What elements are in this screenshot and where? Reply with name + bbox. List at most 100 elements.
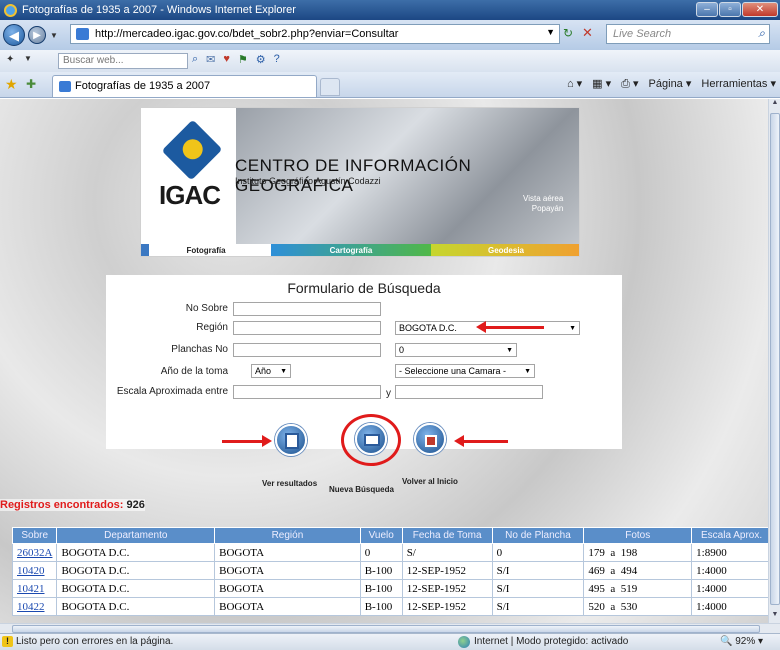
scroll-up-icon[interactable]: ▲ — [770, 99, 780, 111]
volver-inicio-button[interactable] — [414, 423, 446, 455]
chevron-down-icon: ▼ — [280, 368, 287, 375]
volver-inicio-label[interactable]: Volver al Inicio — [402, 477, 458, 486]
red-arrow-region — [476, 321, 544, 333]
address-dropdown-icon[interactable]: ▼ — [546, 27, 555, 37]
planchas-input[interactable] — [233, 343, 381, 357]
cell-plancha: 0 — [491, 543, 585, 562]
col-escala[interactable]: Escala Aprox. — [691, 527, 768, 544]
book-icon — [364, 434, 380, 446]
fotos-sep: a — [610, 546, 616, 559]
igac-banner: IGAC CENTRO DE INFORMACIÓN GEOGRÁFICA In… — [140, 107, 580, 257]
nueva-busqueda-label[interactable]: Nueva Búsqueda — [329, 485, 394, 494]
cell-departamento: BOGOTA D.C. — [56, 561, 216, 580]
toolbar-search-input[interactable]: Buscar web... — [58, 53, 188, 69]
fotos-to: 198 — [620, 546, 638, 559]
hscroll-thumb[interactable] — [12, 625, 760, 633]
cell-departamento: BOGOTA D.C. — [56, 543, 216, 562]
window-title: Fotografías de 1935 a 2007 - Windows Int… — [22, 4, 296, 16]
zoom-level[interactable]: 🔍 92% ▾ — [720, 636, 763, 647]
mail-icon[interactable]: ✉ — [206, 53, 215, 66]
sobre-link[interactable]: 10421 — [17, 583, 45, 595]
help-icon[interactable]: ? — [274, 53, 280, 66]
minimize-button[interactable]: – — [696, 2, 718, 17]
refresh-icon[interactable]: ↻ — [563, 26, 573, 40]
label-anio: Año de la toma — [160, 366, 228, 377]
col-fecha[interactable]: Fecha de Toma — [401, 527, 493, 544]
vertical-scrollbar[interactable]: ▲ ▼ — [768, 99, 780, 623]
toolbar-dropdown-icon[interactable]: ▼ — [24, 54, 32, 63]
planchas-select[interactable]: 0 ▼ — [395, 343, 517, 357]
print-icon[interactable]: ⎙ ▾ — [621, 77, 638, 91]
fotos-sep: a — [610, 600, 616, 613]
command-bar: ⌂ ▾ ▦ ▾ ⎙ ▾ Página ▾ Herramientas ▾ — [567, 77, 776, 91]
ver-resultados-label[interactable]: Ver resultados — [262, 479, 317, 488]
tools-menu[interactable]: Herramientas ▾ — [701, 77, 776, 91]
search-icon[interactable]: ⌕ — [758, 26, 765, 41]
photo-caption-2: Popayán — [531, 204, 564, 213]
nav-fotografia[interactable]: Fotografía — [141, 244, 271, 256]
gear-icon[interactable]: ⚙ — [256, 53, 266, 66]
cell-plancha: S/I — [491, 561, 585, 580]
results-number: 926 — [126, 499, 145, 511]
window-titlebar: Fotografías de 1935 a 2007 - Windows Int… — [0, 0, 780, 20]
col-region[interactable]: Región — [214, 527, 361, 544]
region-input[interactable] — [233, 321, 381, 335]
heart-icon[interactable]: ♥ — [223, 53, 230, 66]
col-fotos[interactable]: Fotos — [583, 527, 693, 544]
home-icon[interactable]: ⌂ ▾ — [567, 77, 582, 91]
forward-icon[interactable]: ▶ — [28, 26, 46, 44]
sobre-link[interactable]: 10422 — [17, 601, 45, 613]
col-sobre[interactable]: Sobre — [11, 527, 58, 544]
fotos-from: 520 — [588, 600, 605, 613]
tab-label: Fotografías de 1935 a 2007 — [75, 80, 211, 92]
nav-geodesia[interactable]: Geodesia — [431, 244, 579, 256]
new-tab-button[interactable] — [320, 78, 340, 96]
sobre-link[interactable]: 10420 — [17, 565, 45, 577]
label-escala: Escala Aproximada entre — [116, 386, 228, 397]
scroll-down-icon[interactable]: ▼ — [770, 611, 780, 623]
maximize-button[interactable]: ▫ — [719, 2, 741, 17]
fotos-from: 469 — [588, 564, 605, 577]
favorites-star-icon[interactable]: ★ — [5, 76, 18, 93]
chevron-down-icon: ▼ — [506, 347, 513, 354]
search-icon[interactable]: ⌕ — [192, 53, 198, 66]
page-content: IGAC CENTRO DE INFORMACIÓN GEOGRÁFICA In… — [0, 99, 768, 623]
history-dropdown-icon[interactable]: ▼ — [50, 31, 58, 40]
tab-active[interactable]: Fotografías de 1935 a 2007 — [52, 75, 317, 97]
camara-select[interactable]: - Seleccione una Camara - ▼ — [395, 364, 535, 378]
cell-fecha: 12-SEP-1952 — [401, 579, 493, 598]
cell-region: BOGOTA — [214, 543, 361, 562]
cell-plancha: S/I — [491, 579, 585, 598]
cell-escala: 1:8900 — [691, 543, 768, 562]
col-vuelo[interactable]: Vuelo — [359, 527, 403, 544]
sobre-input[interactable] — [233, 302, 381, 316]
anio-select[interactable]: Año ▼ — [251, 364, 291, 378]
close-button[interactable]: ✕ — [742, 2, 778, 17]
col-departamento[interactable]: Departamento — [56, 527, 216, 544]
add-favorites-icon[interactable]: ✚ — [26, 77, 36, 91]
flag-icon[interactable]: ⚑ — [238, 53, 248, 66]
back-icon[interactable]: ◀ — [3, 24, 25, 46]
fotos-from: 495 — [588, 582, 605, 595]
scroll-thumb[interactable] — [770, 113, 780, 605]
zoom-value: 92% — [735, 636, 756, 647]
cell-fotos: 520 a 530 — [583, 597, 693, 616]
ver-resultados-button[interactable] — [275, 424, 307, 456]
sobre-link[interactable]: 26032A — [17, 547, 52, 559]
window-controls: – ▫ ✕ — [696, 2, 778, 17]
security-zone[interactable]: Internet | Modo protegido: activado — [458, 636, 628, 648]
col-plancha[interactable]: No de Plancha — [491, 527, 585, 544]
page-menu[interactable]: Página ▾ — [649, 77, 692, 91]
feeds-icon[interactable]: ▦ ▾ — [592, 77, 611, 91]
address-input[interactable]: http://mercadeo.igac.gov.co/bdet_sobr2.p… — [70, 24, 560, 44]
warning-icon[interactable]: ! — [2, 636, 13, 647]
nueva-busqueda-button[interactable] — [355, 423, 387, 455]
stop-icon[interactable]: ✕ — [582, 25, 593, 41]
nav-cartografia[interactable]: Cartografía — [271, 244, 431, 256]
horizontal-scrollbar[interactable] — [0, 623, 780, 633]
globe-icon — [458, 636, 470, 648]
live-search-input[interactable]: Live Search ⌕ — [606, 24, 770, 44]
table-row: 10421 BOGOTA D.C. BOGOTA B-100 12-SEP-19… — [11, 579, 768, 598]
escala-max-input[interactable] — [395, 385, 543, 399]
home-icon — [425, 435, 437, 447]
